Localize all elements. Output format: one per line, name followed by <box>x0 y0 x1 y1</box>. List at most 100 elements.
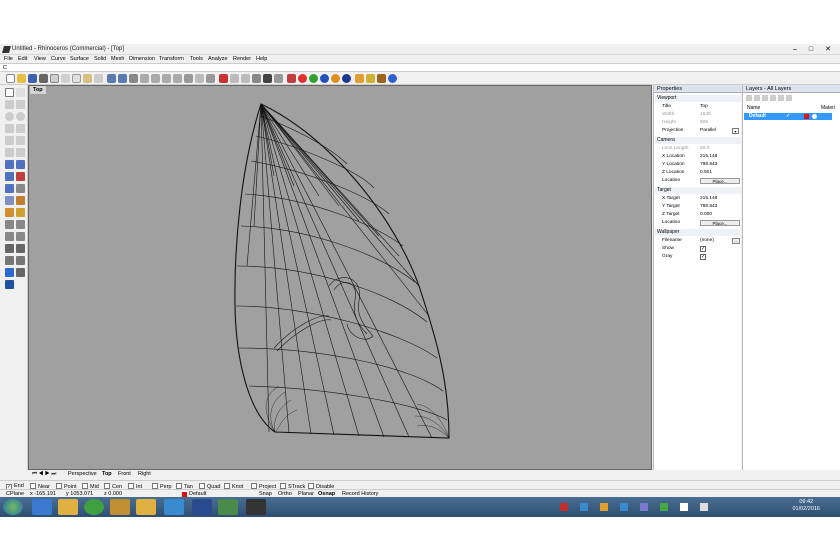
car-icon[interactable] <box>263 74 272 83</box>
layer-row-default[interactable]: Default ✓ <box>744 113 832 120</box>
tray-icon[interactable] <box>620 503 628 511</box>
point-icon[interactable] <box>16 88 25 97</box>
open-file-icon[interactable] <box>17 74 26 83</box>
tab-top[interactable]: Top <box>102 471 112 477</box>
explode-icon[interactable] <box>5 208 14 217</box>
copy-object-icon[interactable] <box>16 232 25 241</box>
polygon-icon[interactable] <box>5 136 14 145</box>
section-wallpaper[interactable]: Wallpaper <box>655 229 741 236</box>
prop-row[interactable]: X Location 215.148 <box>655 153 741 161</box>
save-icon[interactable] <box>28 74 37 83</box>
zoom-extents-icon[interactable] <box>162 74 171 83</box>
menu-tools[interactable]: Tools <box>190 56 203 62</box>
options-icon[interactable] <box>355 74 364 83</box>
tab-nav-arrows[interactable]: ⏮ ◀ ▶ ⏭ <box>32 471 56 478</box>
viewport-4-icon[interactable] <box>184 74 193 83</box>
volume-icon[interactable] <box>700 503 708 511</box>
group-icon[interactable] <box>16 220 25 229</box>
col-name[interactable]: Name <box>747 105 760 111</box>
print-icon[interactable] <box>39 74 48 83</box>
explorer-icon[interactable] <box>58 499 78 515</box>
menu-solid[interactable]: Solid <box>94 56 106 62</box>
network-icon[interactable] <box>680 503 688 511</box>
menu-mesh[interactable]: Mesh <box>111 56 124 62</box>
tab-perspective[interactable]: Perspective <box>68 471 97 477</box>
menu-render[interactable]: Render <box>233 56 251 62</box>
shade-icon[interactable] <box>298 74 307 83</box>
help-icon[interactable] <box>388 74 397 83</box>
current-layer-check-icon[interactable]: ✓ <box>786 113 790 120</box>
rotate-icon[interactable] <box>5 244 14 253</box>
maximize-button[interactable]: □ <box>804 45 818 54</box>
layer-color-swatch[interactable] <box>804 114 809 119</box>
show-checkbox[interactable]: ✓ <box>700 246 706 252</box>
prop-row-projection[interactable]: Projection Parallel ▾ <box>655 127 741 135</box>
zoom-selected-icon[interactable] <box>173 74 182 83</box>
excel-icon[interactable] <box>192 499 212 515</box>
paste-icon[interactable] <box>83 74 92 83</box>
filter-icon[interactable] <box>786 95 792 101</box>
grid-icon[interactable] <box>206 74 215 83</box>
layer-icon[interactable] <box>274 74 283 83</box>
start-button-icon[interactable] <box>3 499 23 515</box>
browse-button[interactable]: ... <box>732 238 740 244</box>
copy-icon[interactable] <box>72 74 81 83</box>
delete-icon[interactable] <box>94 74 103 83</box>
target-place-button[interactable]: Place... <box>700 220 740 226</box>
prop-row[interactable]: Y Location 798.843 <box>655 161 741 169</box>
mesh-icon[interactable] <box>5 196 14 205</box>
menu-analyze[interactable]: Analyze <box>208 56 228 62</box>
ie-icon[interactable] <box>32 499 52 515</box>
section-target[interactable]: Target <box>655 187 741 194</box>
prop-row[interactable]: Z Target 0.000 <box>655 211 741 219</box>
pan-icon[interactable] <box>118 74 127 83</box>
render-tool-icon[interactable] <box>5 280 14 289</box>
extrude-icon[interactable] <box>5 184 14 193</box>
new-layer-icon[interactable] <box>746 95 752 101</box>
camera-place-button[interactable]: Place... <box>700 178 740 184</box>
join-icon[interactable] <box>16 196 25 205</box>
tools-icon[interactable] <box>366 74 375 83</box>
menu-help[interactable]: Help <box>256 56 267 62</box>
tab-front[interactable]: Front <box>118 471 131 477</box>
col-material[interactable]: Materi <box>821 105 835 111</box>
curve-icon[interactable] <box>16 100 25 109</box>
render-icon[interactable] <box>309 74 318 83</box>
command-line[interactable]: C <box>0 63 840 72</box>
select-arrow-icon[interactable] <box>5 88 14 97</box>
cplane-icon[interactable] <box>195 74 204 83</box>
folder-icon[interactable] <box>136 499 156 515</box>
prop-row[interactable]: X Target 215.148 <box>655 195 741 203</box>
undo-icon[interactable] <box>107 74 116 83</box>
move-icon[interactable] <box>5 232 14 241</box>
move-down-icon[interactable] <box>778 95 784 101</box>
surface-icon[interactable] <box>5 160 14 169</box>
rhino-taskbar-icon[interactable] <box>246 499 266 515</box>
delete-layer-icon[interactable] <box>762 95 768 101</box>
tray-icon[interactable] <box>600 503 608 511</box>
fillet-icon[interactable] <box>16 148 25 157</box>
select-icon[interactable] <box>219 74 228 83</box>
text-object-icon[interactable] <box>5 268 14 277</box>
boolean-icon[interactable] <box>16 184 25 193</box>
rectangle-icon[interactable] <box>16 124 25 133</box>
arc-icon[interactable] <box>5 124 14 133</box>
render-preview-icon[interactable] <box>320 74 329 83</box>
freeform-icon[interactable] <box>16 136 25 145</box>
sphere-icon[interactable] <box>16 172 25 181</box>
gray-checkbox[interactable]: ✓ <box>700 254 706 260</box>
menu-curve[interactable]: Curve <box>51 56 66 62</box>
dimension-icon[interactable] <box>5 256 14 265</box>
rotate-view-icon[interactable] <box>129 74 138 83</box>
lock-icon[interactable] <box>252 74 261 83</box>
new-file-icon[interactable] <box>6 74 15 83</box>
zoom-icon[interactable] <box>140 74 149 83</box>
zoom-window-icon[interactable] <box>151 74 160 83</box>
polyline-icon[interactable] <box>5 100 14 109</box>
top-viewport[interactable]: Top <box>28 85 652 470</box>
analyze-icon[interactable] <box>16 268 25 277</box>
ellipse-icon[interactable] <box>16 112 25 121</box>
cut-icon[interactable] <box>61 74 70 83</box>
import-icon[interactable] <box>50 74 59 83</box>
tray-icon[interactable] <box>560 503 568 511</box>
